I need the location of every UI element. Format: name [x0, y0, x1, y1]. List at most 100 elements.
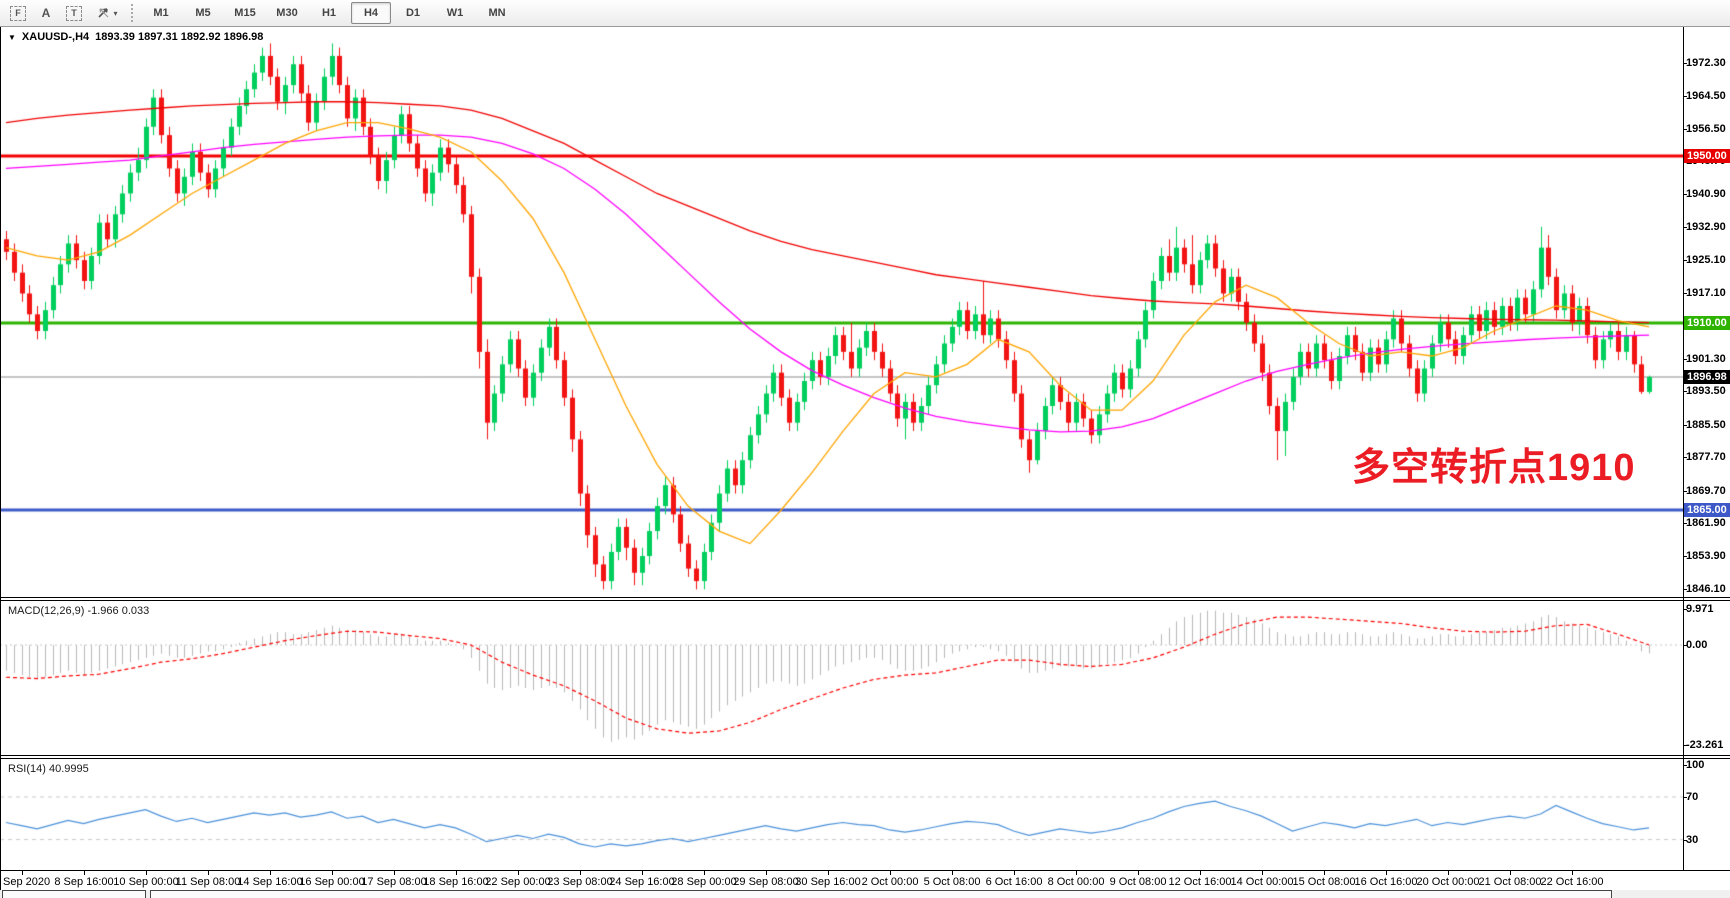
time-tick-mark: [456, 871, 457, 875]
time-tick-mark: [1386, 871, 1387, 875]
timeframe-button-h4[interactable]: H4: [351, 2, 391, 24]
macd-axis-label: -23.261: [1686, 738, 1730, 752]
time-tick-mark: [704, 871, 705, 875]
time-axis-label: 5 Oct 08:00: [924, 876, 981, 888]
rsi-pane: RSI(14) 40.9995: [0, 759, 1730, 869]
time-tick-mark: [1014, 871, 1015, 875]
timeframe-button-m30[interactable]: M30: [267, 2, 307, 24]
price-badge-1896.98[interactable]: 1896.98: [1684, 370, 1730, 384]
chart-window: F A T ▾ M1M5M15M30H1H4D1W1MN ▼ XAUUSD-,H…: [0, 0, 1730, 898]
price-axis-label: 1877.70: [1686, 450, 1730, 464]
time-axis-label: 23 Sep 08:00: [547, 876, 612, 888]
price-axis-label: 1869.70: [1686, 484, 1730, 498]
scrollbar-thumb[interactable]: [150, 890, 1612, 898]
price-axis-label: 1972.30: [1686, 56, 1730, 70]
time-tick-mark: [84, 871, 85, 875]
time-axis-label: 16 Oct 16:00: [1355, 876, 1418, 888]
time-axis: 7 Sep 2020 8 Sep 16:0010 Sep 00:0011 Sep …: [0, 870, 1730, 891]
collapse-triangle-icon[interactable]: ▼: [8, 33, 16, 42]
time-tick-mark: [1262, 871, 1263, 875]
time-axis-label: 28 Sep 00:00: [671, 876, 736, 888]
timeframe-button-w1[interactable]: W1: [435, 2, 475, 24]
timeframe-button-d1[interactable]: D1: [393, 2, 433, 24]
time-axis-label: 14 Sep 16:00: [237, 876, 302, 888]
time-tick-mark: [146, 871, 147, 875]
time-axis-label: 14 Oct 00:00: [1231, 876, 1294, 888]
chart-annotation-text: 多空转折点1910: [1352, 436, 1636, 491]
rsi-axis-label: 100: [1686, 758, 1730, 772]
price-axis-label: 1885.50: [1686, 418, 1730, 432]
macd-canvas[interactable]: [0, 601, 1683, 755]
time-axis-label: 16 Sep 00:00: [299, 876, 364, 888]
time-axis-label: 24 Sep 16:00: [609, 876, 674, 888]
chart-left-border: [0, 27, 1, 890]
price-axis-label: 1940.90: [1686, 187, 1730, 201]
ohlc-values-label: 1893.39 1897.31 1892.92 1896.98: [95, 31, 263, 43]
toolbar-grip[interactable]: [131, 4, 133, 22]
rsi-axis-label: 70: [1686, 790, 1730, 804]
time-tick-mark: [394, 871, 395, 875]
price-axis-label: 1893.50: [1686, 384, 1730, 398]
grid-f-glyph: F: [10, 6, 26, 21]
toolbar: F A T ▾ M1M5M15M30H1H4D1W1MN: [0, 0, 1730, 27]
time-tick-mark: [1076, 871, 1077, 875]
price-axis-label: 1917.10: [1686, 286, 1730, 300]
text-box-glyph: T: [66, 6, 82, 21]
macd-label: MACD(12,26,9) -1.966 0.033: [8, 605, 149, 617]
price-badge-1865.00[interactable]: 1865.00: [1684, 503, 1730, 517]
time-tick-mark: [1448, 871, 1449, 875]
chevron-down-icon: ▾: [113, 9, 117, 18]
price-chart-canvas[interactable]: [0, 27, 1683, 597]
chart-grid-f-icon[interactable]: F: [5, 3, 31, 24]
text-box-tool-button[interactable]: T: [61, 3, 87, 24]
text-label-tool-button[interactable]: A: [33, 3, 59, 24]
price-axis-label: 1861.90: [1686, 516, 1730, 530]
bottom-scroll-strip: [0, 890, 1730, 898]
arrows-icon: [96, 6, 111, 20]
time-tick-mark: [642, 871, 643, 875]
price-axis-label: 1925.10: [1686, 253, 1730, 267]
time-axis-label: 8 Oct 00:00: [1048, 876, 1105, 888]
macd-axis-label: 0.00: [1686, 638, 1730, 652]
time-tick-mark: [270, 871, 271, 875]
time-tick-mark: [828, 871, 829, 875]
scrollbar-left-box[interactable]: [2, 890, 146, 898]
main-chart-pane: ▼ XAUUSD-,H4 1893.39 1897.31 1892.92 189…: [0, 27, 1730, 597]
time-tick-mark: [518, 871, 519, 875]
timeframe-button-m1[interactable]: M1: [141, 2, 181, 24]
time-axis-label: 8 Sep 16:00: [54, 876, 113, 888]
timeframe-button-m5[interactable]: M5: [183, 2, 223, 24]
chart-title: ▼ XAUUSD-,H4 1893.39 1897.31 1892.92 189…: [8, 31, 263, 43]
time-tick-mark: [332, 871, 333, 875]
time-tick-mark: [890, 871, 891, 875]
time-axis-label: 30 Sep 16:00: [795, 876, 860, 888]
time-axis-label: 21 Oct 08:00: [1479, 876, 1542, 888]
macd-axis-label: 9.971: [1686, 602, 1730, 616]
price-axis-label: 1846.10: [1686, 582, 1730, 596]
price-axis-label: 1956.50: [1686, 122, 1730, 136]
price-axis-label: 1901.30: [1686, 352, 1730, 366]
time-axis-label: 7 Sep 2020: [0, 876, 50, 888]
price-axis-label: 1964.50: [1686, 89, 1730, 103]
arrows-tool-button[interactable]: ▾: [89, 3, 125, 24]
time-axis-label: 2 Oct 00:00: [862, 876, 919, 888]
symbol-timeframe-label: XAUUSD-,H4: [22, 31, 89, 43]
time-tick-mark: [1200, 871, 1201, 875]
rsi-axis-label: 30: [1686, 833, 1730, 847]
time-tick-mark: [1572, 871, 1573, 875]
time-axis-label: 22 Sep 00:00: [485, 876, 550, 888]
time-tick-mark: [208, 871, 209, 875]
price-badge-1950.00[interactable]: 1950.00: [1684, 149, 1730, 163]
timeframe-button-mn[interactable]: MN: [477, 2, 517, 24]
time-tick-mark: [952, 871, 953, 875]
time-axis-label: 11 Sep 08:00: [176, 876, 241, 888]
price-badge-1910.00[interactable]: 1910.00: [1684, 316, 1730, 330]
timeframe-button-h1[interactable]: H1: [309, 2, 349, 24]
time-axis-label: 15 Oct 08:00: [1293, 876, 1356, 888]
timeframe-button-m15[interactable]: M15: [225, 2, 265, 24]
time-tick-mark: [22, 871, 23, 875]
time-axis-label: 17 Sep 08:00: [361, 876, 426, 888]
rsi-canvas[interactable]: [0, 759, 1683, 869]
time-axis-label: 10 Sep 00:00: [113, 876, 178, 888]
price-axis-label: 1853.90: [1686, 549, 1730, 563]
